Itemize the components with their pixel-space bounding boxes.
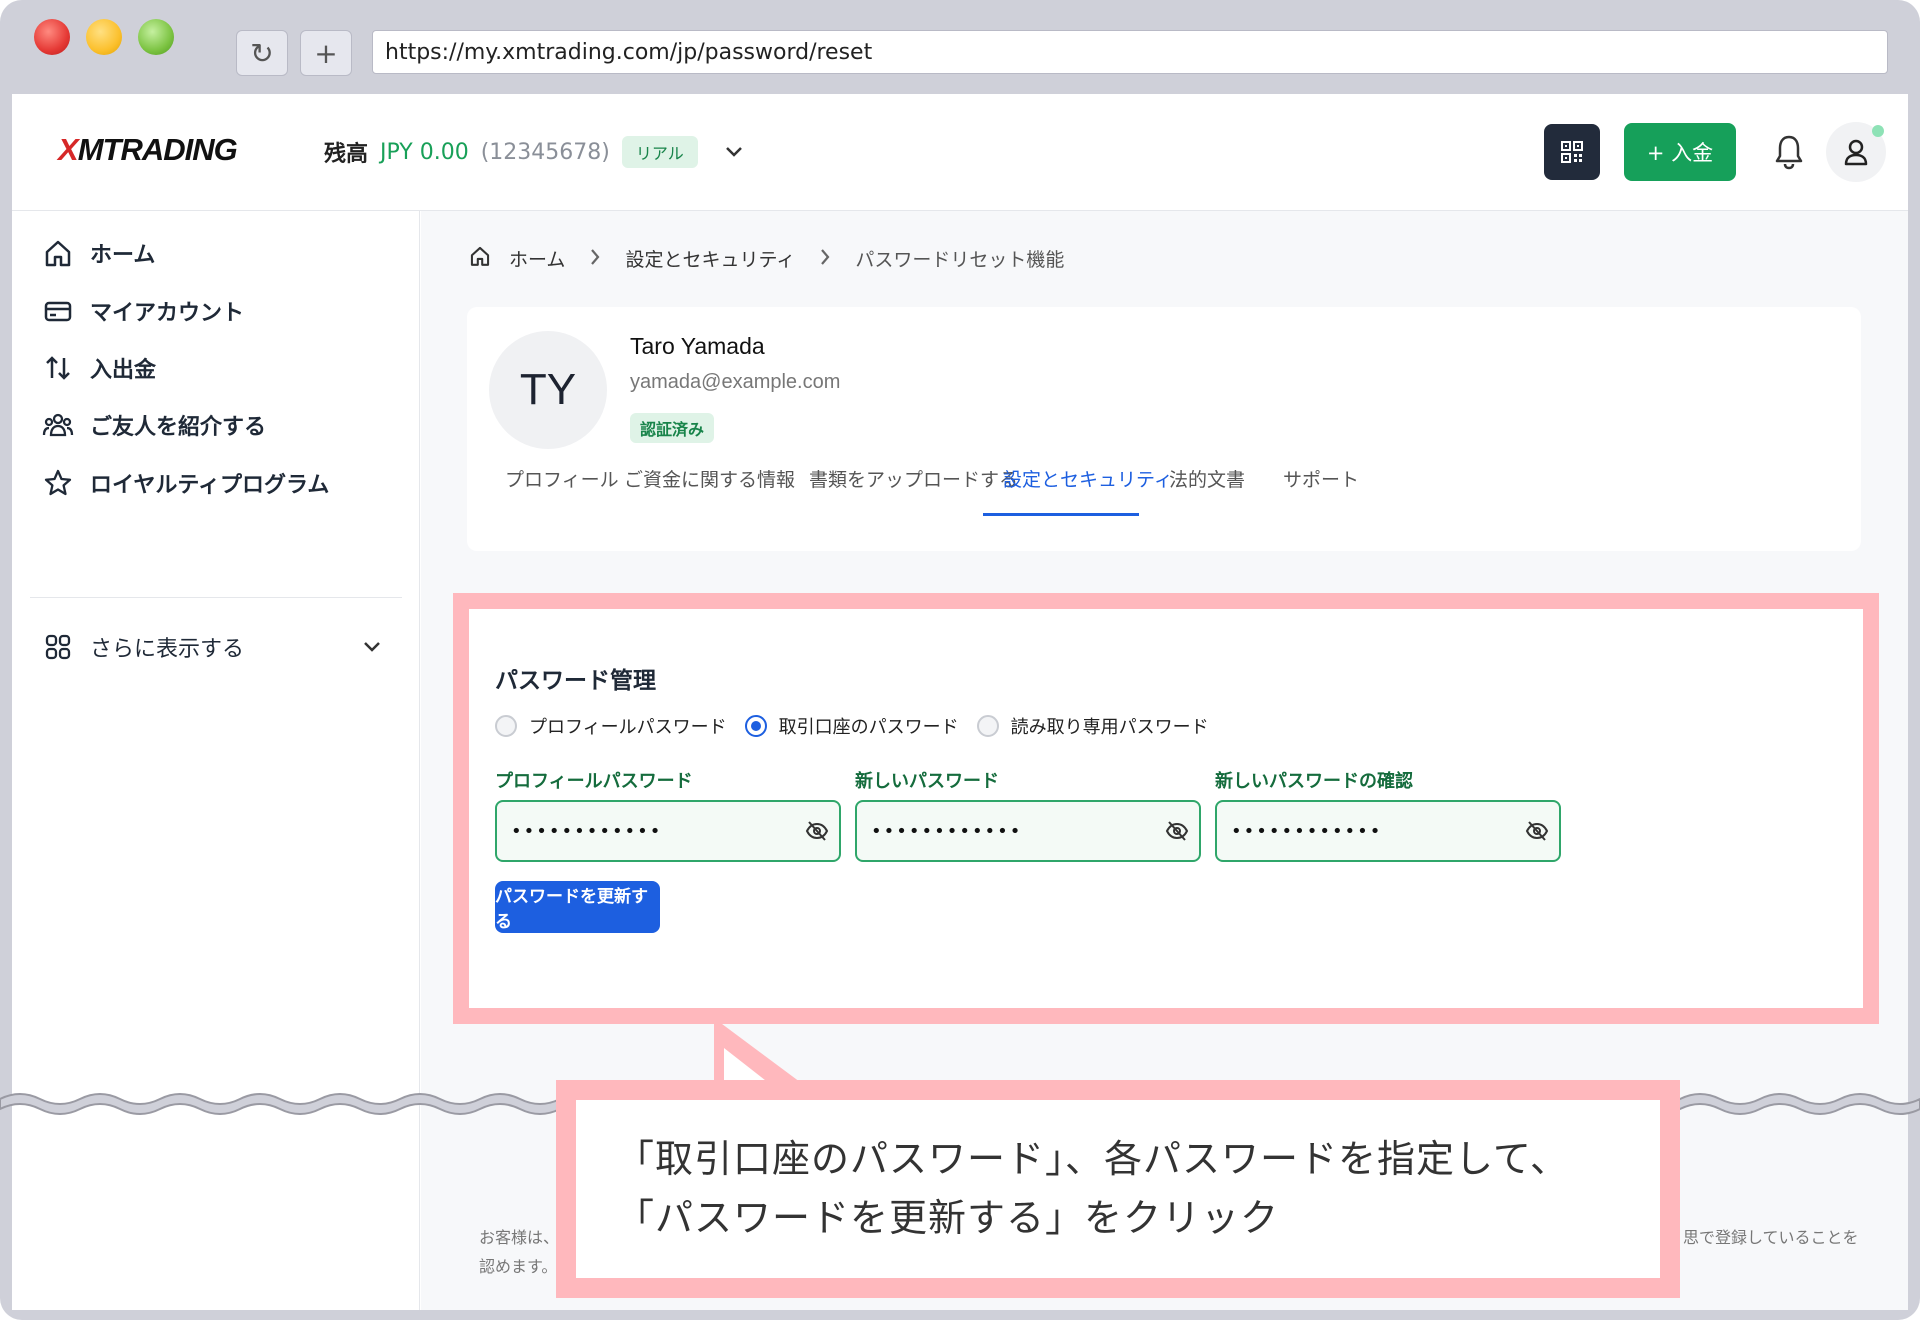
- tab-support[interactable]: サポート: [1283, 465, 1359, 492]
- maximize-window-button[interactable]: [138, 19, 174, 55]
- eye-off-icon[interactable]: [1525, 820, 1549, 847]
- radio-label: プロフィールパスワード: [529, 717, 727, 738]
- tab-settings-security[interactable]: 設定とセキュリティ: [1003, 465, 1173, 492]
- users-icon: [42, 409, 74, 441]
- sidebar-item-label: 入出金: [90, 358, 157, 383]
- star-icon: [42, 467, 74, 499]
- user-icon: [1844, 139, 1868, 166]
- app-header: XMTRADING 残高 JPY 0.00 (12345678) リアル + 入…: [12, 94, 1908, 211]
- sidebar: ホーム マイアカウント 入出金 ご友人を紹介する ロイヤルティプログラム さらに…: [12, 211, 420, 1310]
- status-badge: 認証済み: [630, 413, 715, 443]
- chevron-down-icon[interactable]: [362, 639, 382, 658]
- refresh-icon: ↻: [250, 36, 274, 70]
- sidebar-show-more[interactable]: さらに表示する: [42, 631, 244, 663]
- sidebar-item-label: ご友人を紹介する: [90, 415, 267, 440]
- footer-disclaimer-right: 思で登録していることを: [1683, 1228, 1859, 1247]
- sidebar-item-loyalty[interactable]: ロイヤルティプログラム: [42, 467, 329, 499]
- field-label: プロフィールパスワード: [495, 771, 693, 792]
- active-tab-indicator: [983, 513, 1139, 516]
- balance-selector[interactable]: 残高 JPY 0.00 (12345678) リアル: [324, 136, 744, 168]
- account-type-badge: リアル: [621, 136, 698, 168]
- breadcrumb: ホーム 設定とセキュリティ パスワードリセット機能: [469, 245, 1064, 272]
- xmtrading-logo[interactable]: XMTRADING: [58, 132, 238, 168]
- plus-icon: +: [314, 36, 338, 70]
- balance-label: 残高: [324, 142, 369, 167]
- online-status-dot: [1872, 125, 1884, 137]
- password-type-radio-group: プロフィールパスワード 取引口座のパスワード 読み取り専用パスワード: [495, 713, 1227, 739]
- radio-read-only-password[interactable]: [976, 715, 999, 737]
- chevron-down-icon[interactable]: [724, 140, 744, 164]
- sidebar-item-my-account[interactable]: マイアカウント: [42, 295, 244, 327]
- grid-icon: [42, 631, 74, 663]
- password-value: ••••••••••••: [511, 820, 663, 842]
- profile-tabs: プロフィール ご資金に関する情報 書類をアップロードする 設定とセキュリティ 法…: [467, 457, 1861, 519]
- radio-label: 読み取り専用パスワード: [1010, 717, 1209, 738]
- eye-off-icon[interactable]: [1165, 820, 1189, 847]
- transfer-arrows-icon: [42, 352, 74, 384]
- profile-email: yamada@example.com: [630, 371, 841, 393]
- tab-funds-info[interactable]: ご資金に関する情報: [624, 465, 795, 492]
- sidebar-item-refer-friend[interactable]: ご友人を紹介する: [42, 409, 266, 441]
- new-password-field[interactable]: ••••••••••••: [855, 800, 1201, 862]
- breadcrumb-settings[interactable]: 設定とセキュリティ: [625, 245, 795, 272]
- callout-line-2: 「パスワードを更新する」をクリック: [616, 1196, 1280, 1240]
- chevron-right-icon: [589, 247, 601, 271]
- sidebar-item-label: ロイヤルティプログラム: [90, 473, 330, 498]
- field-label: 新しいパスワードの確認: [1215, 771, 1413, 792]
- home-icon: [42, 237, 74, 269]
- qr-code-icon: [1561, 141, 1583, 163]
- profile-name: Taro Yamada: [630, 333, 765, 359]
- password-value: ••••••••••••: [1231, 820, 1383, 842]
- field-label: 新しいパスワード: [855, 771, 999, 792]
- radio-profile-password[interactable]: [495, 715, 517, 737]
- breadcrumb-home[interactable]: ホーム: [509, 245, 565, 272]
- account-number: (12345678): [480, 139, 610, 165]
- deposit-button[interactable]: + 入金: [1624, 123, 1736, 181]
- callout-line-1: 「取引口座のパスワード」、各パスワードを指定して、: [616, 1137, 1569, 1181]
- refresh-button[interactable]: ↻: [236, 30, 288, 76]
- password-value: ••••••••••••: [871, 820, 1023, 842]
- close-window-button[interactable]: [34, 19, 70, 55]
- sidebar-item-home[interactable]: ホーム: [42, 237, 155, 269]
- sidebar-divider: [30, 597, 402, 598]
- eye-off-icon[interactable]: [805, 820, 829, 847]
- chevron-right-icon: [819, 247, 831, 271]
- sidebar-item-label: マイアカウント: [90, 301, 245, 326]
- tab-profile[interactable]: プロフィール: [505, 465, 619, 492]
- confirm-password-field[interactable]: ••••••••••••: [1215, 800, 1561, 862]
- password-management-card: パスワード管理 プロフィールパスワード 取引口座のパスワード 読み取り専用パスワ…: [469, 609, 1863, 1008]
- home-icon[interactable]: [469, 245, 491, 272]
- radio-label: 取引口座のパスワード: [778, 717, 959, 738]
- section-title: パスワード管理: [495, 668, 656, 694]
- minimize-window-button[interactable]: [86, 19, 122, 55]
- tab-upload-documents[interactable]: 書類をアップロードする: [809, 465, 1018, 492]
- current-password-field[interactable]: ••••••••••••: [495, 800, 841, 862]
- tab-legal-documents[interactable]: 法的文書: [1169, 465, 1245, 492]
- new-tab-button[interactable]: +: [300, 30, 352, 76]
- sidebar-item-deposit-withdraw[interactable]: 入出金: [42, 352, 156, 384]
- address-bar[interactable]: https://my.xmtrading.com/jp/password/res…: [372, 30, 1888, 74]
- notifications-button[interactable]: [1772, 132, 1806, 172]
- bell-icon: [1775, 135, 1803, 170]
- footer-disclaimer-left: お客様は、 認めます。: [479, 1228, 560, 1276]
- update-password-button[interactable]: パスワードを更新する: [495, 881, 660, 933]
- browser-titlebar: ↻ + https://my.xmtrading.com/jp/password…: [0, 0, 1920, 94]
- balance-amount: JPY 0.00: [380, 139, 469, 165]
- sidebar-item-label: ホーム: [90, 243, 156, 268]
- profile-card: TY Taro Yamada yamada@example.com 認証済み プ…: [467, 307, 1861, 551]
- avatar: TY: [489, 331, 607, 449]
- qr-code-button[interactable]: [1544, 124, 1600, 180]
- breadcrumb-current: パスワードリセット機能: [855, 249, 1065, 271]
- card-icon: [42, 295, 74, 327]
- show-more-label: さらに表示する: [90, 637, 245, 662]
- instruction-callout: 「取引口座のパスワード」、各パスワードを指定して、 「パスワードを更新する」をク…: [576, 1100, 1660, 1278]
- radio-trading-account-password[interactable]: [744, 715, 767, 737]
